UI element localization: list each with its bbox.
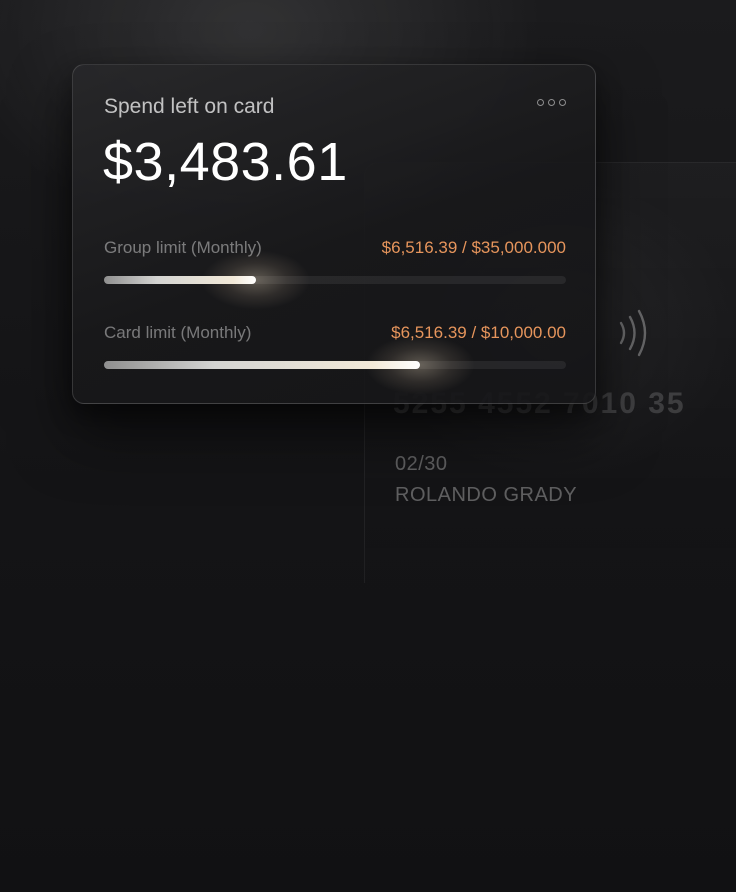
spend-widget: Spend left on card $3,483.61 Group limit… — [72, 64, 596, 404]
group-limit-label: Group limit (Monthly) — [104, 238, 262, 257]
dot-icon — [559, 99, 566, 106]
group-limit-progress-fill — [104, 276, 257, 284]
card-holder-name: ROLANDO GRADY — [395, 484, 578, 506]
card-limit-progress-fill — [104, 361, 421, 369]
card-limit-label: Card limit (Monthly) — [104, 323, 252, 342]
group-limit-value: $6,516.39 / $35,000.000 — [381, 238, 566, 257]
dot-icon — [548, 99, 555, 106]
group-limit-progress-bar — [104, 250, 566, 310]
dot-icon — [537, 99, 544, 106]
widget-title: Spend left on card — [104, 95, 275, 118]
more-options-icon[interactable] — [537, 99, 566, 106]
card-limit-progress-bar — [104, 335, 566, 395]
balance-amount: $3,483.61 — [103, 132, 348, 192]
card-limit-value: $6,516.39 / $10,000.00 — [391, 323, 566, 342]
group-limit-row: Group limit (Monthly) $6,516.39 / $35,00… — [104, 238, 566, 258]
contactless-icon — [619, 309, 647, 357]
card-limit-row: Card limit (Monthly) $6,516.39 / $10,000… — [104, 323, 566, 343]
card-expiry: 02/30 — [395, 453, 448, 475]
